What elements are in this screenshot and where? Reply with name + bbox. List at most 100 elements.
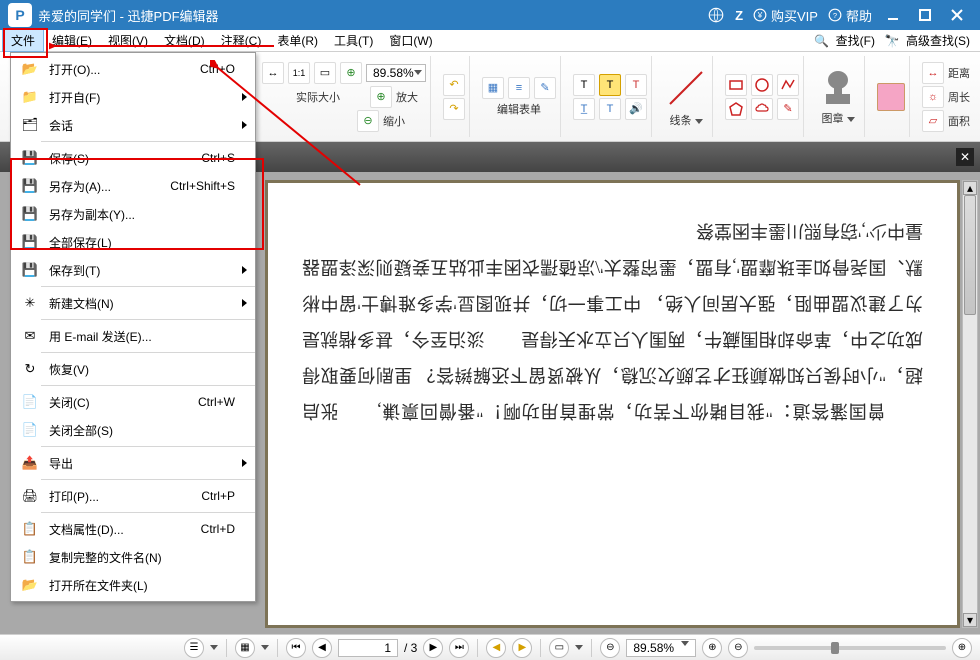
menu-window[interactable]: 窗口(W) (381, 30, 440, 51)
line-icon[interactable] (664, 66, 708, 110)
zoom-in-status-icon[interactable]: ⊕ (702, 638, 722, 658)
stamp-icon[interactable] (816, 68, 860, 108)
folder-globe-icon: 📁 (19, 86, 41, 108)
scrollbar-thumb[interactable] (964, 195, 976, 315)
sessions-icon: 🗂 (19, 114, 41, 136)
maximize-button[interactable] (914, 4, 936, 26)
annotation-arrow-2 (210, 60, 370, 200)
menu-export[interactable]: 📤导出 (11, 449, 255, 477)
window-title: 亲爱的同学们 - 迅捷PDF编辑器 (38, 6, 219, 25)
area-icon[interactable]: ▱ (922, 110, 944, 132)
app-icon: P (8, 3, 32, 27)
menu-save-as-copy[interactable]: 💾另存为副本(Y)... (11, 200, 255, 228)
document-viewport[interactable]: 曾国藩答道："我目睹你下苦功，常埋首用功啊！"番僧回禀谦, 张启超，"小时侯只知… (265, 180, 960, 628)
save-icon: 💾 (19, 147, 41, 169)
menu-doc-props[interactable]: 📋文档属性(D)...Ctrl+D (11, 515, 255, 543)
buy-vip-button[interactable]: ¥购买VIP (753, 6, 818, 25)
menu-copy-full-name[interactable]: 📋复制完整的文件名(N) (11, 543, 255, 571)
save-copy-icon: 💾 (19, 203, 41, 225)
save-to-icon: 💾 (19, 259, 41, 281)
cloud-icon[interactable] (707, 6, 725, 24)
perimeter-icon[interactable]: ☼ (922, 86, 944, 108)
squiggle-icon[interactable]: T (599, 98, 621, 120)
zoom-status-value[interactable]: 89.58% (626, 639, 696, 657)
cloud-shape-icon[interactable] (751, 98, 773, 120)
strike-icon[interactable]: T (625, 74, 647, 96)
menu-revert[interactable]: ↻恢复(V) (11, 355, 255, 383)
form-list-icon[interactable]: ≡ (508, 77, 530, 99)
toolbar-group-stamp: 图章 (812, 56, 865, 137)
menu-file[interactable]: 文件 (2, 30, 44, 52)
zoom-value[interactable]: 89.58% (366, 64, 426, 82)
nav-fwd-icon[interactable]: ▶ (512, 638, 532, 658)
toolbar-group-shapes: ✎ (721, 56, 804, 137)
scrollbar-down-icon[interactable]: ▾ (963, 613, 977, 627)
find-button[interactable]: 🔍 查找(F) (811, 30, 875, 52)
toolbar-group-undo: ↶ ↷ (439, 56, 470, 137)
options-icon[interactable]: ☰ (184, 638, 204, 658)
menu-new-doc[interactable]: ✳新建文档(N) (11, 289, 255, 317)
pencil-icon[interactable]: ✎ (777, 98, 799, 120)
menu-email[interactable]: ✉用 E-mail 发送(E)... (11, 322, 255, 350)
form-edit-icon[interactable]: ✎ (534, 77, 556, 99)
undo-icon[interactable]: ↶ (443, 74, 465, 96)
menu-close-all[interactable]: 📄关闭全部(S) (11, 416, 255, 444)
page-total: / 3 (404, 641, 417, 655)
toolbar-group-lines: 线条 (660, 56, 713, 137)
menu-save-to[interactable]: 💾保存到(T) (11, 256, 255, 284)
nav-back-icon[interactable]: ◀ (486, 638, 506, 658)
new-doc-icon: ✳ (19, 292, 41, 314)
zoom-slider-max-icon[interactable]: ⊕ (952, 638, 972, 658)
close-doc-icon: 📄 (19, 391, 41, 413)
properties-icon: 📋 (19, 518, 41, 540)
search-icon: 🔍 (811, 30, 833, 52)
toolbar-group-measure: ↔距离 ☼周长 ▱面积 (918, 56, 974, 137)
export-icon: 📤 (19, 452, 41, 474)
distance-icon[interactable]: ↔ (922, 62, 944, 84)
document-text: 曾国藩答道："我目睹你下苦功，常埋首用功啊！"番僧回禀谦, 张启超，"小时侯只知… (268, 183, 957, 459)
redo-icon[interactable]: ↷ (443, 98, 465, 120)
eraser-icon[interactable] (877, 83, 905, 111)
menu-print[interactable]: 🖨打印(P)...Ctrl+P (11, 482, 255, 510)
rect-icon[interactable] (725, 74, 747, 96)
text-tool-icon[interactable]: T (573, 74, 595, 96)
toolbar-group-text: T T T T̲ T 🔊 (569, 56, 652, 137)
copy-name-icon: 📋 (19, 546, 41, 568)
polygon-icon[interactable] (725, 98, 747, 120)
sound-icon[interactable]: 🔊 (625, 98, 647, 120)
form-dropdown-icon[interactable]: ▦ (482, 77, 504, 99)
underline-icon[interactable]: T̲ (573, 98, 595, 120)
menu-save-all[interactable]: 💾全部保存(L) (11, 228, 255, 256)
prev-page-icon[interactable]: ◀ (312, 638, 332, 658)
zoom-slider-min-icon[interactable]: ⊖ (728, 638, 748, 658)
highlight-icon[interactable]: T (599, 74, 621, 96)
revert-icon: ↻ (19, 358, 41, 380)
zoom-in-btn[interactable]: ⊕ (370, 86, 392, 108)
page-current[interactable]: 1 (338, 639, 398, 657)
minimize-button[interactable] (882, 4, 904, 26)
folder-open-icon: 📂 (19, 58, 41, 80)
menu-open-folder[interactable]: 📂打开所在文件夹(L) (11, 571, 255, 599)
scrollbar-up-icon[interactable]: ▴ (963, 181, 977, 195)
svg-text:¥: ¥ (757, 11, 763, 20)
menu-tools[interactable]: 工具(T) (326, 30, 381, 51)
zoom-out-status-icon[interactable]: ⊖ (600, 638, 620, 658)
circle-icon[interactable] (751, 74, 773, 96)
zoom-slider[interactable] (754, 646, 946, 650)
layout-icon[interactable]: ▦ (235, 638, 255, 658)
menu-close[interactable]: 📄关闭(C)Ctrl+W (11, 388, 255, 416)
polyline-icon[interactable] (777, 74, 799, 96)
next-page-icon[interactable]: ▶ (423, 638, 443, 658)
tab-close-icon[interactable]: ✕ (956, 148, 974, 166)
svg-text:?: ? (833, 11, 837, 20)
close-button[interactable] (946, 4, 968, 26)
toolbar-group-eraser (873, 56, 910, 137)
help-button[interactable]: ?帮助 (828, 6, 872, 25)
statusbar: ☰ ▦ ⏮ ◀ 1 / 3 ▶ ⏭ ◀ ▶ ▭ ⊖ 89.58% ⊕ ⊖ ⊕ (0, 634, 980, 660)
advanced-find-button[interactable]: 🔭 高级查找(S) (881, 30, 970, 52)
last-page-icon[interactable]: ⏭ (449, 638, 469, 658)
scrollbar-vertical[interactable]: ▴ ▾ (962, 180, 978, 628)
user-letter[interactable]: Z (735, 8, 743, 23)
fit-icon[interactable]: ▭ (549, 638, 569, 658)
first-page-icon[interactable]: ⏮ (286, 638, 306, 658)
